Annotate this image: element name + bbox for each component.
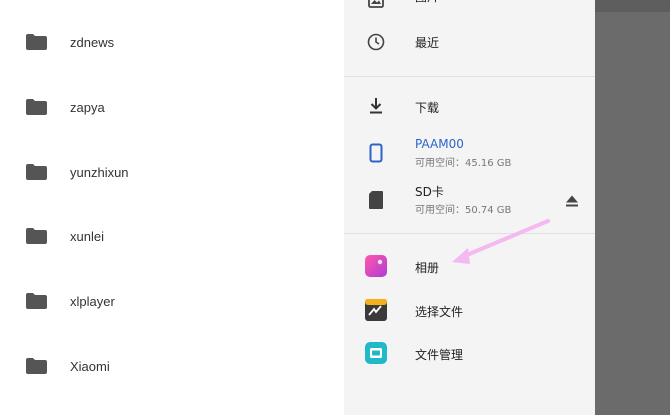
album-app-icon [364, 254, 388, 278]
drawer-item-recent[interactable]: 最近 [344, 28, 595, 56]
drawer-item-file-manager[interactable]: 文件管理 [344, 339, 595, 367]
drawer-item-device[interactable]: PAAM00 可用空间：45.16 GB [344, 135, 595, 171]
scrim-overlay[interactable] [595, 0, 670, 415]
folder-icon [26, 164, 47, 180]
folder-name: zdnews [70, 34, 115, 50]
drawer-item-label: 相册 [415, 261, 440, 275]
drawer-item-label: 下载 [415, 101, 440, 115]
drawer-divider [344, 233, 595, 234]
folder-icon [26, 34, 47, 50]
folder-icon [26, 358, 47, 374]
folder-icon [26, 99, 47, 115]
drawer-item-label: 最近 [415, 36, 440, 50]
sdcard-free-space: 可用空间：50.74 GB [415, 205, 512, 216]
select-files-app-icon [364, 298, 388, 322]
folder-row[interactable]: zdnews [0, 22, 344, 62]
eject-icon[interactable] [565, 193, 579, 207]
folder-row[interactable]: zapya [0, 87, 344, 127]
folder-name: xlplayer [70, 293, 115, 309]
folder-row[interactable]: xlplayer [0, 281, 344, 321]
device-name: PAAM00 [415, 137, 464, 151]
device-free-space: 可用空间：45.16 GB [415, 158, 512, 169]
drawer-item-sdcard[interactable]: SD卡 可用空间：50.74 GB [344, 181, 595, 217]
folder-name: zapya [70, 99, 105, 115]
drawer-item-album[interactable]: 相册 [344, 252, 595, 280]
folder-list: zdnews zapya yunzhixun xunlei xlplayer X… [0, 0, 344, 415]
folder-icon [26, 293, 47, 309]
download-icon [364, 94, 388, 118]
phone-icon [364, 141, 388, 165]
folder-name: xunlei [70, 228, 104, 244]
sdcard-name: SD卡 [415, 185, 444, 199]
image-icon [364, 0, 388, 12]
clock-icon [364, 30, 388, 54]
folder-row[interactable]: yunzhixun [0, 152, 344, 192]
folder-row[interactable]: xunlei [0, 216, 344, 256]
folder-name: yunzhixun [70, 164, 129, 180]
sd-card-icon [364, 188, 388, 212]
drawer-item-label: 图片 [415, 0, 439, 5]
drawer-item-select-files[interactable]: 选择文件 [344, 296, 595, 324]
drawer-divider [344, 76, 595, 77]
navigation-drawer: 图片 最近 下载 PAAM00 可用空间：45.16 GB SD卡 可用空间：5… [344, 0, 595, 415]
drawer-item-downloads[interactable]: 下载 [344, 92, 595, 120]
scrim-toolbar [595, 0, 670, 12]
file-manager-app-icon [364, 341, 388, 365]
drawer-item-label: 文件管理 [415, 348, 464, 362]
drawer-item-images[interactable]: 图片 [344, 0, 595, 12]
folder-name: Xiaomi [70, 358, 110, 374]
folder-row[interactable]: Xiaomi [0, 346, 344, 386]
drawer-item-label: 选择文件 [415, 305, 464, 319]
folder-icon [26, 228, 47, 244]
